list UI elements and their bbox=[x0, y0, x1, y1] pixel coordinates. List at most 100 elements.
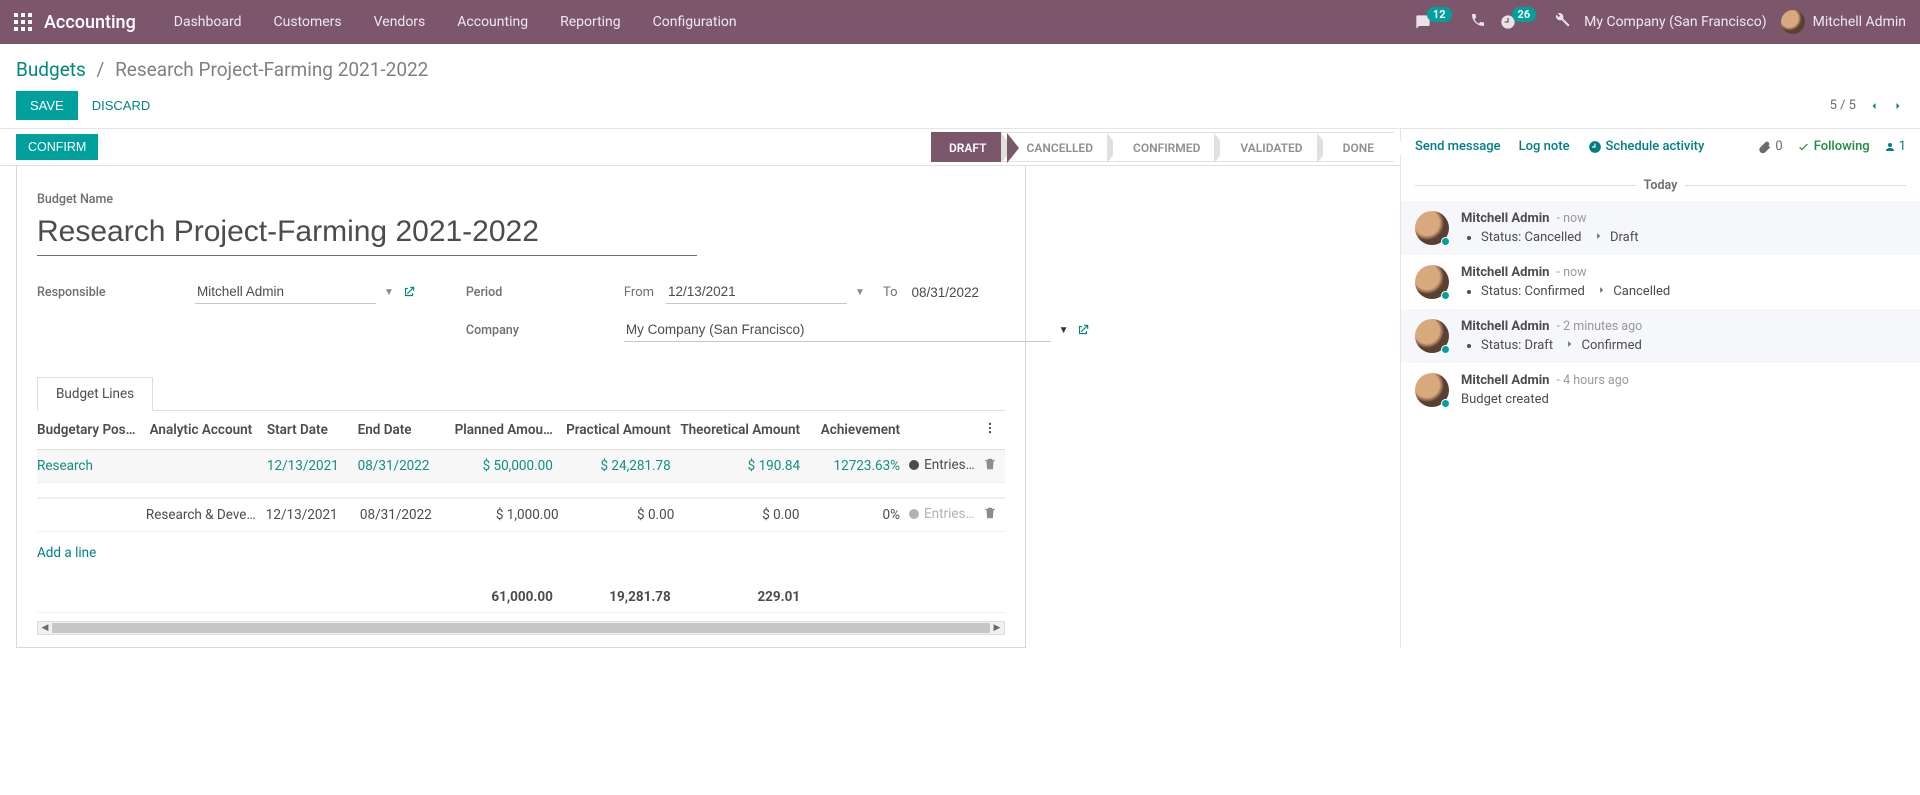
cell-analytic[interactable]: Research & Deve… bbox=[146, 499, 266, 532]
clock-icon bbox=[1588, 140, 1602, 154]
message-body: Status: Draft Confirmed bbox=[1461, 338, 1906, 353]
messages: Mitchell Admin - nowStatus: Cancelled Dr… bbox=[1401, 201, 1920, 417]
cell-achievement[interactable]: 0% bbox=[807, 499, 907, 532]
entries-button[interactable]: Entries… bbox=[908, 506, 975, 522]
chevron-down-icon[interactable]: ▼ bbox=[384, 287, 394, 298]
company-input[interactable] bbox=[624, 318, 1051, 342]
budget-lines-table: Budgetary Pos… Analytic Account Start Da… bbox=[37, 411, 1005, 613]
budget-name-input[interactable] bbox=[37, 213, 697, 256]
app-brand[interactable]: Accounting bbox=[44, 12, 136, 33]
cell-planned[interactable]: $ 1,000.00 bbox=[454, 499, 566, 532]
external-link-icon[interactable] bbox=[402, 285, 416, 299]
phone-icon[interactable] bbox=[1470, 12, 1486, 32]
horizontal-scrollbar[interactable]: ◀ ▶ bbox=[37, 621, 1005, 635]
activities-icon[interactable]: 26 bbox=[1500, 14, 1541, 30]
kebab-icon[interactable] bbox=[983, 421, 997, 435]
menu-vendors[interactable]: Vendors bbox=[358, 0, 442, 44]
apps-icon[interactable] bbox=[14, 13, 32, 31]
cell-position[interactable] bbox=[37, 499, 146, 532]
table-row[interactable]: Research 12/13/2021 08/31/2022 $ 50,000.… bbox=[37, 450, 1005, 483]
stage-draft[interactable]: DRAFT bbox=[931, 132, 1007, 162]
check-icon bbox=[1797, 140, 1810, 153]
table-row[interactable]: Research & Deve… 12/13/2021 08/31/2022 $… bbox=[37, 498, 1005, 583]
period-from-label: From bbox=[624, 285, 654, 300]
cell-start[interactable]: 12/13/2021 bbox=[267, 450, 358, 483]
table-row[interactable]: Research cost bbox=[37, 483, 1005, 498]
chevron-down-icon[interactable]: ▼ bbox=[855, 287, 865, 298]
debug-icon[interactable] bbox=[1554, 12, 1570, 32]
cell-end[interactable]: 08/31/2022 bbox=[360, 499, 454, 532]
cell-achievement[interactable]: 12723.63% bbox=[808, 450, 908, 483]
th-practical-amount[interactable]: Practical Amount bbox=[561, 411, 679, 450]
th-end-date[interactable]: End Date bbox=[358, 411, 449, 450]
company-switcher[interactable]: My Company (San Francisco) bbox=[1584, 14, 1766, 30]
cell-start[interactable]: 12/13/2021 bbox=[266, 499, 360, 532]
attachments-button[interactable]: 0 bbox=[1758, 139, 1782, 154]
menu-dashboard[interactable]: Dashboard bbox=[158, 0, 258, 44]
following-button[interactable]: Following bbox=[1797, 139, 1870, 154]
cell-position[interactable]: Research bbox=[37, 458, 93, 474]
company-label: Company bbox=[466, 323, 616, 338]
external-link-icon[interactable] bbox=[1076, 323, 1090, 337]
user-avatar bbox=[1781, 10, 1805, 34]
period-from-input[interactable] bbox=[666, 280, 847, 304]
breadcrumb-sep: / bbox=[91, 58, 111, 81]
messaging-icon[interactable]: 12 bbox=[1415, 14, 1456, 30]
cell-practical[interactable]: $ 24,281.78 bbox=[561, 450, 679, 483]
save-button[interactable]: SAVE bbox=[16, 91, 78, 120]
followers-button[interactable]: 1 bbox=[1884, 139, 1906, 154]
menu-reporting[interactable]: Reporting bbox=[544, 0, 637, 44]
cell-analytic[interactable] bbox=[150, 450, 267, 483]
message-author[interactable]: Mitchell Admin bbox=[1461, 373, 1549, 388]
trash-icon[interactable] bbox=[983, 457, 997, 471]
message-body: Budget created bbox=[1461, 392, 1906, 407]
toolbar: SAVE DISCARD 5 / 5 bbox=[16, 91, 1904, 120]
caret-down-icon[interactable]: ▼ bbox=[1059, 325, 1069, 336]
message: Mitchell Admin - 2 minutes agoStatus: Dr… bbox=[1401, 309, 1920, 363]
cell-end[interactable]: 08/31/2022 bbox=[358, 450, 449, 483]
breadcrumb-current: Research Project-Farming 2021-2022 bbox=[115, 58, 428, 81]
scroll-right-icon[interactable]: ▶ bbox=[990, 622, 1004, 634]
menu-accounting[interactable]: Accounting bbox=[441, 0, 544, 44]
th-budgetary-position[interactable]: Budgetary Pos… bbox=[37, 411, 150, 450]
log-note-button[interactable]: Log note bbox=[1519, 139, 1570, 154]
scrollbar-thumb[interactable] bbox=[52, 623, 990, 633]
pager-prev-icon[interactable] bbox=[1868, 100, 1880, 112]
tab-budget-lines[interactable]: Budget Lines bbox=[37, 377, 153, 411]
trash-icon[interactable] bbox=[983, 506, 997, 520]
cell-theoretical[interactable]: $ 0.00 bbox=[682, 499, 807, 532]
status-chain: DRAFT CANCELLED CONFIRMED VALIDATED DONE bbox=[937, 129, 1400, 165]
tabs: Budget Lines bbox=[37, 376, 1005, 411]
period-label: Period bbox=[466, 285, 616, 300]
th-theoretical-amount[interactable]: Theoretical Amount bbox=[679, 411, 808, 450]
breadcrumb-root[interactable]: Budgets bbox=[16, 58, 86, 81]
th-analytic-account[interactable]: Analytic Account bbox=[150, 411, 267, 450]
message-author[interactable]: Mitchell Admin bbox=[1461, 211, 1549, 226]
user-menu[interactable]: Mitchell Admin bbox=[1781, 10, 1906, 34]
confirm-button[interactable]: CONFIRM bbox=[16, 134, 98, 160]
responsible-input[interactable] bbox=[195, 280, 376, 304]
send-message-button[interactable]: Send message bbox=[1415, 139, 1501, 154]
schedule-activity-button[interactable]: Schedule activity bbox=[1588, 139, 1705, 154]
th-start-date[interactable]: Start Date bbox=[267, 411, 358, 450]
cell-planned[interactable]: $ 50,000.00 bbox=[448, 450, 561, 483]
discard-button[interactable]: DISCARD bbox=[78, 91, 165, 120]
scroll-left-icon[interactable]: ◀ bbox=[38, 622, 52, 634]
period-to-input[interactable] bbox=[909, 281, 1090, 304]
th-achievement[interactable]: Achievement bbox=[808, 411, 908, 450]
cell-practical[interactable]: $ 0.00 bbox=[567, 499, 683, 532]
add-line-link[interactable]: Add a line bbox=[37, 539, 96, 575]
pager-next-icon[interactable] bbox=[1892, 100, 1904, 112]
message-author[interactable]: Mitchell Admin bbox=[1461, 265, 1549, 280]
main: CONFIRM DRAFT CANCELLED CONFIRMED VALIDA… bbox=[0, 129, 1920, 648]
table-row[interactable]: Research & Deve… 12/13/2021 08/31/2022 $… bbox=[37, 499, 1005, 532]
message-time: - now bbox=[1553, 265, 1586, 280]
th-planned-amount[interactable]: Planned Amou… bbox=[448, 411, 561, 450]
totals-row: 61,000.00 19,281.78 229.01 bbox=[37, 582, 1005, 613]
menu-customers[interactable]: Customers bbox=[258, 0, 358, 44]
message-author[interactable]: Mitchell Admin bbox=[1461, 319, 1549, 334]
menu-configuration[interactable]: Configuration bbox=[637, 0, 753, 44]
entries-button[interactable]: Entries… bbox=[908, 457, 975, 473]
cell-theoretical[interactable]: $ 190.84 bbox=[679, 450, 808, 483]
message-avatar bbox=[1415, 265, 1449, 299]
